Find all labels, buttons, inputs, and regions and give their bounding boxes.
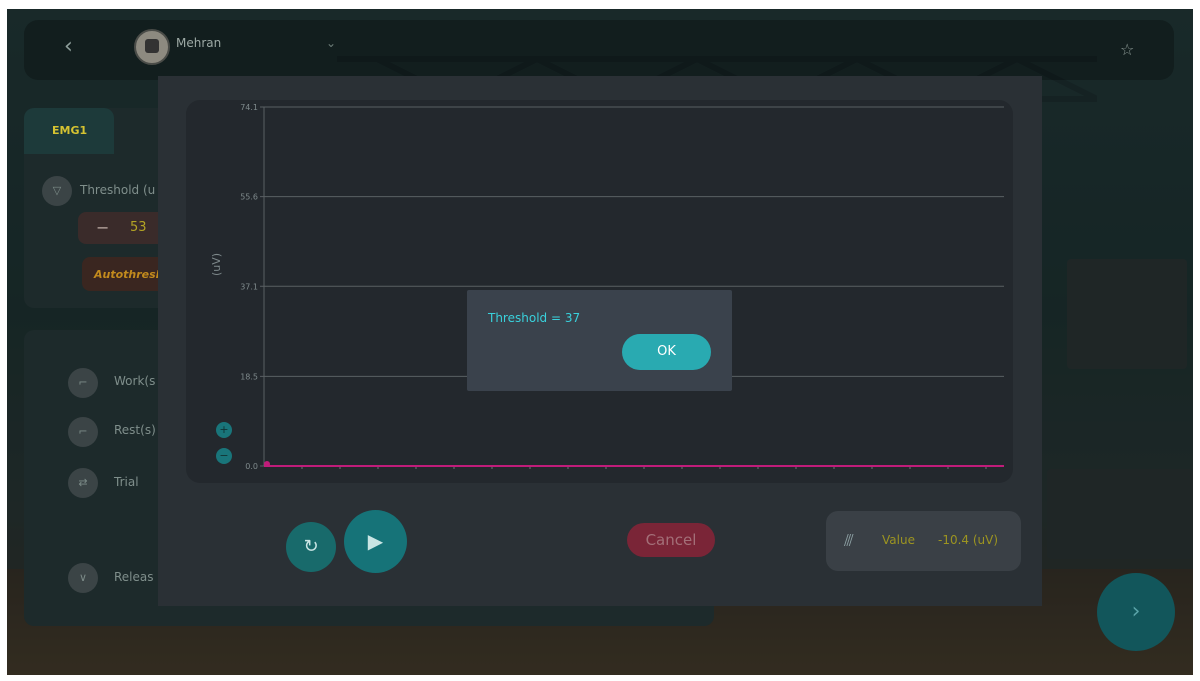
work-icon: ⌐: [68, 368, 98, 398]
refresh-button[interactable]: ↻: [286, 522, 336, 572]
threshold-value: 53: [130, 220, 147, 235]
cancel-button[interactable]: Cancel: [627, 523, 715, 557]
y-axis-label: (uV): [210, 252, 223, 276]
y-tick-label: 0.0: [245, 462, 258, 471]
play-icon: ▶: [367, 529, 384, 553]
trial-icon: ⇄: [68, 468, 98, 498]
threshold-decrement-button[interactable]: −: [96, 218, 109, 237]
autothreshold-label: Autothresh: [94, 268, 164, 281]
threshold-label: Threshold (u: [80, 183, 156, 197]
work-label: Work(s: [114, 374, 156, 388]
top-bar: [24, 20, 1174, 80]
next-button[interactable]: ›: [1097, 573, 1175, 651]
avatar[interactable]: [134, 29, 170, 65]
trial-label: Trial: [114, 475, 139, 489]
zoom-in-button[interactable]: +: [216, 422, 232, 438]
y-tick-label: 18.5: [240, 372, 258, 381]
chart-value-icon: ⫻: [844, 531, 854, 550]
rest-icon: ⌐: [68, 417, 98, 447]
rest-label: Rest(s): [114, 423, 156, 437]
username: Mehran: [176, 36, 222, 50]
y-tick-label: 74.1: [240, 103, 258, 112]
y-tick-label: 55.6: [240, 193, 258, 202]
release-label: Releas: [114, 570, 154, 584]
back-button[interactable]: ‹: [64, 34, 73, 59]
threshold-alert: Threshold = 37 OK: [467, 290, 732, 391]
threshold-icon: ▽: [42, 176, 72, 206]
play-button[interactable]: ▶: [344, 510, 407, 573]
y-tick-label: 37.1: [240, 282, 258, 291]
tab-label: EMG1: [52, 124, 88, 137]
star-icon[interactable]: ☆: [1120, 40, 1134, 59]
tab-emg1[interactable]: EMG1: [24, 108, 114, 154]
ok-button[interactable]: OK: [622, 334, 711, 370]
signal-marker: [264, 461, 270, 467]
value-label: Value: [882, 533, 915, 547]
value-display: ⫻ Value -10.4 (uV): [826, 511, 1021, 571]
value-reading: -10.4 (uV): [938, 533, 999, 547]
chevron-down-icon[interactable]: ⌄: [326, 36, 336, 50]
zoom-out-button[interactable]: −: [216, 448, 232, 464]
alert-message: Threshold = 37: [488, 311, 581, 325]
refresh-icon: ↻: [303, 536, 319, 557]
release-icon: ∨: [68, 563, 98, 593]
threshold-stepper[interactable]: [78, 212, 168, 244]
